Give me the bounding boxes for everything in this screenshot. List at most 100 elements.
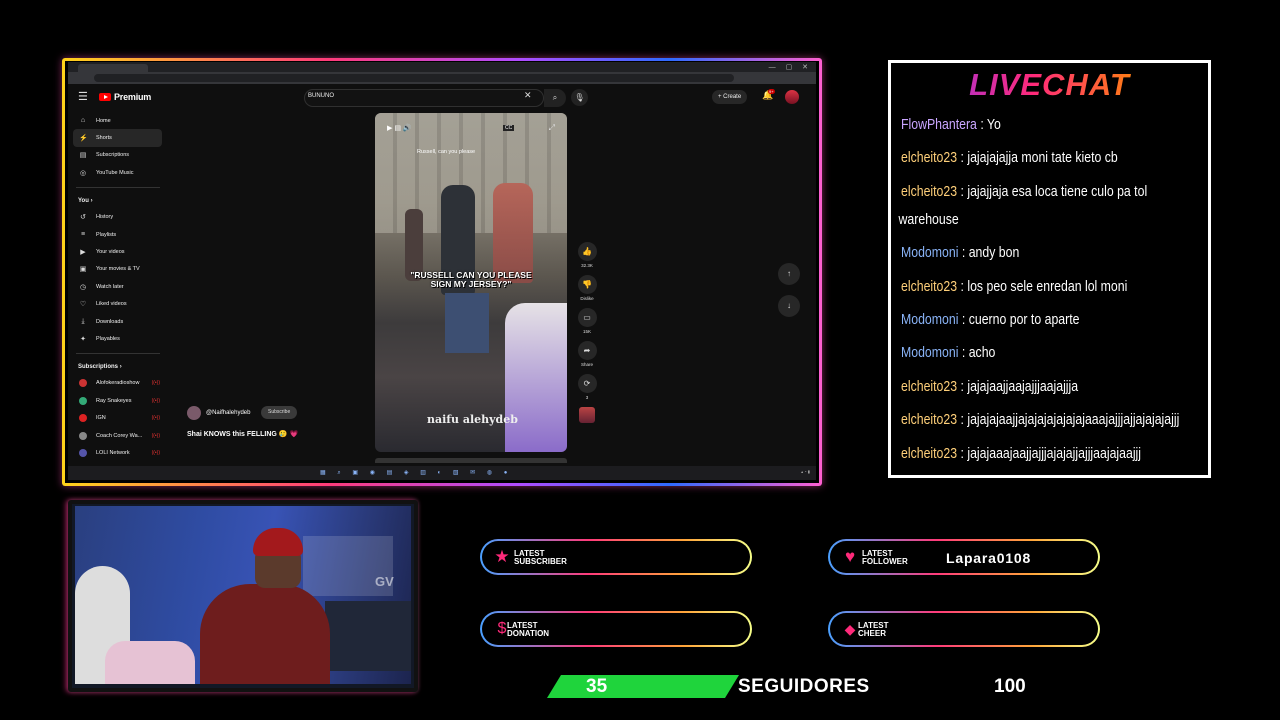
comments-action[interactable]: ▭ 15K xyxy=(574,308,600,334)
live-indicator-icon: ((•)) xyxy=(151,397,160,404)
chat-message: elcheito23 : los peo sele enredan lol mo… xyxy=(901,277,1128,295)
subscriptions-heading[interactable]: Subscriptions › xyxy=(68,359,168,375)
music-icon: ◎ xyxy=(79,169,87,177)
short-title[interactable]: Shai KNOWS this FELLING 🥲 💗 xyxy=(187,430,298,438)
sidebar-item-shorts[interactable]: ⚡ Shorts xyxy=(73,129,162,147)
sidebar-item-history[interactable]: ↺ History xyxy=(68,209,168,226)
latest-cheer-box: ◆ LATEST CHEER xyxy=(828,611,1100,647)
share-icon[interactable]: ➦ xyxy=(577,341,597,360)
next-short-arrow-down-icon[interactable]: ↓ xyxy=(778,295,800,317)
sidebar-item-downloads[interactable]: ⤓ Downloads xyxy=(68,313,168,330)
dislike-icon[interactable]: 👎 xyxy=(577,275,597,294)
os-taskbar: ▦ ⌕ ▣ ◉ ▤ ◈ ▥ ◐ ▧ ✉ ◍ ● ▴ ◔ ▮ xyxy=(68,466,816,480)
short-actions: 👍 32.3K 👎 Dislike ▭ 15K ➦ Share ⟳ 3 xyxy=(574,242,600,430)
watch-later-icon: ◷ xyxy=(79,283,87,291)
sidebar-item-label: Your videos xyxy=(96,249,125,256)
sound-thumbnail[interactable] xyxy=(579,407,595,423)
browser-tab[interactable] xyxy=(78,64,148,72)
menu-icon[interactable]: ☰ xyxy=(78,90,88,103)
channel-name[interactable]: @Naifhalehydeb xyxy=(206,410,250,416)
microphone-icon[interactable]: 🎙 xyxy=(571,89,588,106)
sidebar-item-subscriptions[interactable]: ▤ Subscriptions xyxy=(68,147,168,164)
sidebar-item-watch-later[interactable]: ◷ Watch later xyxy=(68,278,168,295)
video-caption: "RUSSELL CAN YOU PLEASE SIGN MY JERSEY?" xyxy=(410,270,532,289)
sidebar-item-label: YouTube Music xyxy=(96,169,134,176)
webcam-monitor xyxy=(325,601,411,671)
chat-message: elcheito23 : jajajjaja esa loca tiene cu… xyxy=(898,178,1209,234)
chat-username: elcheito23 xyxy=(901,411,958,429)
sidebar-item-label: History xyxy=(96,214,114,221)
play-pause-icon[interactable]: ▶ ▤ 🔊 xyxy=(387,124,412,132)
share-label: Share xyxy=(580,362,593,367)
chat-message-list: FlowPhantera : Yo elcheito23 : jajajajaj… xyxy=(898,111,1209,473)
youtube-logo[interactable]: Premium xyxy=(99,92,151,102)
sidebar-item-label: Playlists xyxy=(96,231,117,238)
window-controls[interactable]: — ▢ ✕ xyxy=(769,63,812,71)
youtube-logo-text: Premium xyxy=(114,92,152,102)
captions-icon[interactable]: CC xyxy=(503,125,515,131)
clear-search-icon[interactable]: ✕ xyxy=(524,90,532,101)
livechat-title: LIVECHAT xyxy=(891,67,1208,103)
downloads-icon: ⤓ xyxy=(81,317,85,325)
like-count: 32.3K xyxy=(581,263,593,268)
sidebar-item-label: Home xyxy=(96,117,111,124)
sidebar-item-subscription[interactable]: IGN ((•)) xyxy=(68,409,168,426)
comment-icon[interactable]: ▭ xyxy=(577,308,597,327)
sidebar-item-subscription[interactable]: Alofokeradioshow ((•)) xyxy=(68,375,168,392)
like-icon[interactable]: 👍 xyxy=(577,242,597,261)
follower-goal-target: 100 xyxy=(994,676,1026,697)
alert-label-line: FOLLOWER xyxy=(862,557,908,566)
dislike-action[interactable]: 👎 Dislike xyxy=(574,275,600,301)
sidebar-item-home[interactable]: ⌂ Home xyxy=(68,112,168,129)
taskbar-app-icons[interactable]: ▦ ⌕ ▣ ◉ ▤ ◈ ▥ ◐ ▧ ✉ ◍ ● xyxy=(320,469,512,477)
more-icon[interactable]: ⤢ xyxy=(549,123,555,133)
sidebar-item-label: Ray Snakeyes xyxy=(96,397,132,404)
subscribe-button[interactable]: Subscribe xyxy=(261,406,298,419)
sidebar-item-movies[interactable]: ▣ Your movies & TV xyxy=(68,261,168,278)
sidebar-item-your-videos[interactable]: ▶ Your videos xyxy=(68,243,168,260)
sidebar-item-playlists[interactable]: ≡ Playlists xyxy=(68,226,168,243)
account-avatar[interactable] xyxy=(785,90,799,104)
chat-text: Yo xyxy=(986,116,1001,133)
webcam-person-hat xyxy=(253,528,303,556)
webcam-feed: GV xyxy=(75,506,411,684)
next-short-preview[interactable] xyxy=(375,458,567,463)
sidebar-item-subscription[interactable]: LOLI Network ((•)) xyxy=(68,444,168,461)
alert-label-line: SUBSCRIBER xyxy=(514,557,567,566)
youtube-header: ☰ Premium BUNUNO ✕ ⌕ 🎙 + Create 🔔 9+ xyxy=(68,84,816,110)
youtube-play-icon xyxy=(99,93,111,101)
chat-username: Modomoni xyxy=(901,244,959,262)
create-button[interactable]: + Create xyxy=(712,90,748,104)
chat-message: Modomoni : andy bon xyxy=(901,244,1020,262)
sidebar-divider xyxy=(76,352,160,354)
sidebar-item-subscription[interactable]: Ray Snakeyes ((•)) xyxy=(68,392,168,409)
chat-username: elcheito23 xyxy=(901,377,958,395)
browser-tab-strip: — ▢ ✕ xyxy=(68,62,816,72)
system-clock: ▴ ◔ ▮ xyxy=(801,469,810,474)
previous-short-arrow-up-icon[interactable]: ↑ xyxy=(778,263,800,285)
sidebar-item-playables[interactable]: ✦ Playables xyxy=(68,330,168,347)
sidebar-item-subscription[interactable]: Coach Corey Wa... ((•)) xyxy=(68,427,168,444)
address-bar[interactable] xyxy=(94,74,734,82)
remix-action[interactable]: ⟳ 3 xyxy=(574,374,600,400)
chat-username: elcheito23 xyxy=(901,277,958,295)
like-action[interactable]: 👍 32.3K xyxy=(574,242,600,268)
remix-icon[interactable]: ⟳ xyxy=(577,374,597,393)
you-heading[interactable]: You › xyxy=(68,193,168,209)
short-video-player[interactable]: ▶ ▤ 🔊 CC ⤢ Russell, can you please "RUSS… xyxy=(375,113,567,452)
sidebar-item-youtube-music[interactable]: ◎ YouTube Music xyxy=(68,164,168,181)
chat-text-continuation: warehouse xyxy=(898,210,959,228)
sidebar-item-liked-videos[interactable]: ♡ Liked videos xyxy=(68,296,168,313)
latest-subscriber-label: LATEST SUBSCRIBER xyxy=(514,550,584,566)
alert-label-line: DONATION xyxy=(507,629,550,638)
follower-goal-bar xyxy=(547,675,739,698)
sidebar-item-label: Liked videos xyxy=(96,301,127,308)
sound-action[interactable] xyxy=(574,407,600,423)
webcam-person-left-shirt xyxy=(105,641,195,684)
chat-text: acho xyxy=(968,344,996,362)
search-icon[interactable]: ⌕ xyxy=(544,89,566,107)
search-input[interactable] xyxy=(304,89,544,107)
share-action[interactable]: ➦ Share xyxy=(574,341,600,367)
channel-avatar[interactable] xyxy=(187,406,201,420)
channel-avatar xyxy=(79,379,87,388)
